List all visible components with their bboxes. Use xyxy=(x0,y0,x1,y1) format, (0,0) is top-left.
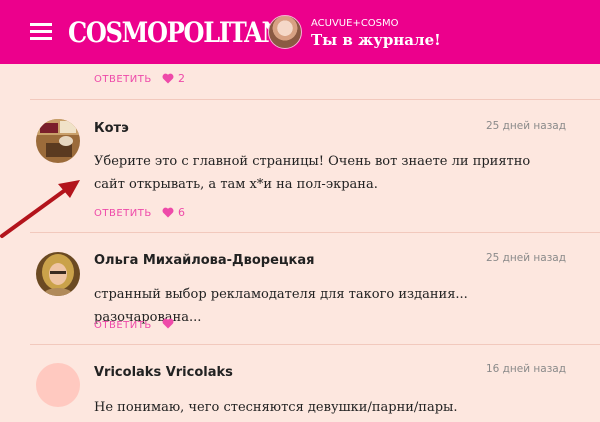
like-count: 6 xyxy=(178,206,185,219)
comment-text: Не понимаю, чего стесняются девушки/парн… xyxy=(94,400,458,415)
divider xyxy=(30,344,600,345)
divider xyxy=(30,99,600,100)
heart-icon xyxy=(162,318,174,329)
like-button[interactable] xyxy=(162,318,178,329)
reply-button[interactable]: ОТВЕТИТЬ xyxy=(94,74,152,85)
promo-avatar[interactable] xyxy=(268,15,302,49)
like-count: 2 xyxy=(178,72,185,85)
divider xyxy=(30,232,600,233)
comment-date: 16 дней назад xyxy=(485,363,566,375)
avatar[interactable] xyxy=(36,119,80,163)
comment-text: Уберите это с главной страницы! Очень во… xyxy=(94,154,531,192)
comment-author[interactable]: Vricolaks Vricolaks xyxy=(94,365,233,380)
comment-date: 25 дней назад xyxy=(485,120,566,132)
promo-brand[interactable]: ACUVUE+COSMO xyxy=(311,18,399,29)
heart-icon xyxy=(162,207,174,218)
like-button[interactable]: 2 xyxy=(162,72,185,85)
comment-author[interactable]: Ольга Михайлова-Дворецкая xyxy=(94,253,314,268)
reply-button[interactable]: ОТВЕТИТЬ xyxy=(94,320,152,331)
annotation-arrow xyxy=(0,180,80,238)
comment-date: 25 дней назад xyxy=(485,252,566,264)
reply-button[interactable]: ОТВЕТИТЬ xyxy=(94,208,152,219)
menu-icon[interactable] xyxy=(30,23,52,41)
like-button[interactable]: 6 xyxy=(162,206,185,219)
avatar[interactable] xyxy=(36,252,80,296)
heart-icon xyxy=(162,73,174,84)
site-logo[interactable]: COSMOPOLITAN xyxy=(68,13,284,53)
site-header: COSMOPOLITAN ACUVUE+COSMO Ты в журнале! xyxy=(0,0,600,64)
promo-title[interactable]: Ты в журнале! xyxy=(311,31,441,49)
comment-author[interactable]: Котэ xyxy=(94,121,129,136)
avatar[interactable] xyxy=(36,363,80,407)
